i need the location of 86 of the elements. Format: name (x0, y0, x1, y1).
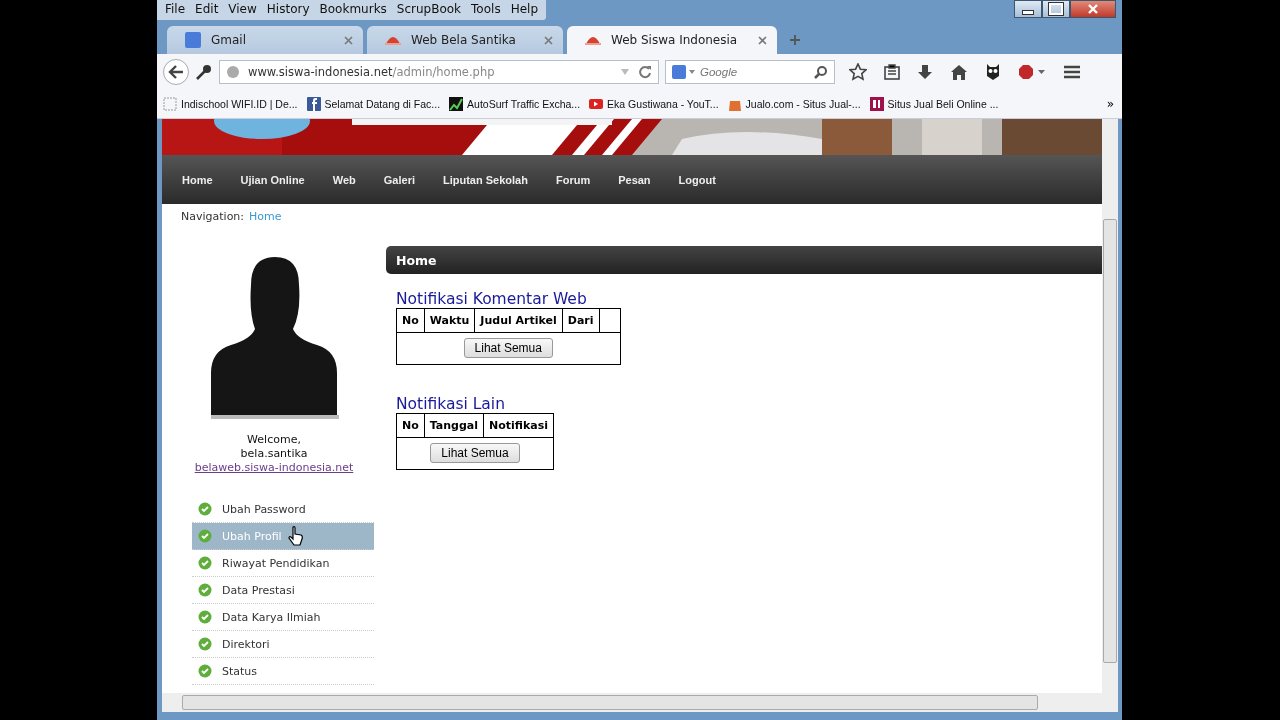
nav-link[interactable]: Ujian Online (226, 173, 319, 186)
close-button[interactable] (1070, 0, 1116, 18)
clipboard-icon[interactable] (884, 64, 900, 80)
horizontal-scrollbar[interactable] (162, 693, 1118, 712)
nav-link[interactable]: Home (168, 173, 227, 186)
browser-tab[interactable]: Web Bela Santika (367, 26, 563, 54)
google-icon (185, 32, 201, 48)
menu-item[interactable]: Bookmurks (315, 1, 391, 19)
bookmark-item[interactable]: Jualo.com - Situs Jual-... (727, 97, 861, 111)
back-arrow-icon (168, 65, 184, 79)
nav-link[interactable]: Galeri (369, 173, 429, 186)
star-icon[interactable] (849, 63, 867, 81)
new-tab-icon[interactable] (789, 34, 801, 46)
check-circle-icon (198, 556, 212, 570)
view-all-button[interactable]: Lihat Semua (430, 443, 520, 463)
profile-link[interactable]: belaweb.siswa-indonesia.net (194, 461, 354, 474)
search-box[interactable]: Google (665, 60, 835, 84)
minimize-button[interactable] (1014, 0, 1042, 18)
breadcrumb-label: Navigation: (181, 210, 245, 223)
username: bela.santika (240, 447, 308, 461)
column-header: Notifikasi (483, 413, 554, 438)
menu-item[interactable]: View (224, 1, 261, 19)
column-header: Dari (562, 308, 600, 333)
sidebar-item[interactable]: Riwayat Pendidikan (192, 550, 374, 577)
google-icon (672, 65, 696, 79)
globe-icon (226, 65, 240, 79)
nav-link[interactable]: Logout (664, 173, 730, 186)
sidebar-item[interactable]: Data Prestasi (192, 577, 374, 604)
favicon-icon (449, 97, 464, 111)
check-circle-icon (198, 583, 212, 597)
menu-item[interactable]: Edit (191, 1, 223, 19)
panel-title: Home (396, 252, 437, 268)
close-tab-icon[interactable] (544, 35, 553, 45)
bookmark-item[interactable]: AutoSurf Traffic Excha... (449, 97, 581, 111)
address-bar[interactable]: www.siswa-indonesia.net/admin/home.php (219, 60, 659, 84)
back-button[interactable] (163, 59, 189, 85)
check-circle-icon (198, 664, 212, 678)
sidebar-item[interactable]: Data Karya Ilmiah (192, 604, 374, 631)
menu-icon[interactable] (1063, 64, 1081, 80)
check-circle-icon (198, 502, 212, 516)
nav-link[interactable]: Liputan Sekolah (428, 173, 542, 186)
search-icon[interactable] (814, 65, 828, 79)
check-circle-icon (198, 529, 212, 543)
nav-link[interactable]: Forum (541, 173, 605, 186)
close-icon (1087, 4, 1099, 14)
column-header: No (396, 413, 425, 438)
bookmark-item[interactable]: Eka Gustiwana - YouT... (589, 97, 719, 111)
menu-item[interactable]: File (161, 1, 190, 19)
more-bookmarks-button[interactable]: » (1104, 97, 1116, 111)
browser-tab[interactable]: Web Siswa Indonesia (567, 26, 777, 54)
menu-item[interactable]: Help (506, 1, 542, 19)
favicon-icon (163, 97, 177, 111)
bookmark-item[interactable]: Situs Jual Beli Online ... (869, 97, 999, 111)
check-circle-icon (198, 610, 212, 624)
column-header: Judul Artikel (474, 308, 563, 333)
close-tab-icon[interactable] (758, 35, 767, 45)
hand-cursor-icon (287, 526, 304, 546)
check-circle-icon (198, 637, 212, 651)
sidebar-item[interactable]: Status (192, 658, 374, 685)
vertical-scrollbar[interactable] (1102, 119, 1118, 693)
browser-tab[interactable]: Gmail (167, 26, 363, 54)
column-header: Waktu (424, 308, 475, 333)
download-icon[interactable] (917, 64, 933, 80)
section-title: Notifikasi Komentar Web (396, 290, 588, 308)
hat-icon (385, 34, 401, 46)
view-all-button[interactable]: Lihat Semua (463, 338, 553, 358)
menu-item[interactable]: History (262, 1, 314, 19)
menu-item[interactable]: ScrupBook (392, 1, 466, 19)
nav-link[interactable]: Web (318, 173, 370, 186)
reload-icon[interactable] (638, 65, 652, 79)
hat-icon (585, 34, 601, 46)
nav-link[interactable]: Pesan (604, 173, 665, 186)
section-title: Notifikasi Lain (396, 395, 506, 413)
column-header: No (396, 308, 425, 333)
maximize-button[interactable] (1042, 0, 1070, 18)
bookmark-item[interactable]: Selamat Datang di Fac... (306, 97, 441, 111)
column-header: Tanggal (424, 413, 484, 438)
sidebar-item[interactable]: Direktori (192, 631, 374, 658)
favicon-icon (306, 97, 321, 111)
menu-item[interactable]: Tools (467, 1, 505, 19)
bookmark-item[interactable]: Indischool WIFI.ID | De... (163, 97, 298, 111)
home-icon[interactable] (950, 64, 968, 80)
favicon-icon (869, 97, 884, 111)
favicon-icon (589, 97, 604, 111)
close-tab-icon[interactable] (344, 35, 353, 45)
welcome-text: Welcome, (247, 433, 301, 447)
